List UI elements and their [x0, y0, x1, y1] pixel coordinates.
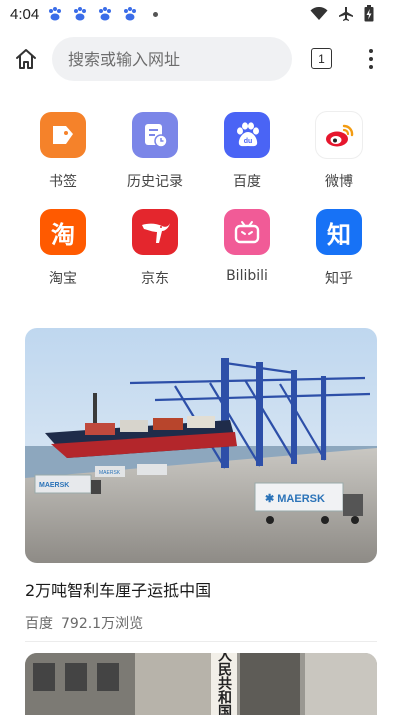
shortcut-label: 知乎	[325, 271, 353, 287]
building-sign-photo[interactable]: 中华人民共和国	[25, 653, 377, 715]
feed-card-views: 792.1万浏览	[61, 616, 144, 632]
svg-text:MAERSK: MAERSK	[99, 470, 121, 476]
overflow-menu-button[interactable]	[364, 47, 378, 71]
shortcut-label: 微博	[325, 174, 353, 190]
shortcut-baidu[interactable]: du 百度	[201, 112, 293, 191]
baidu-paw-icon	[99, 7, 112, 21]
home-icon	[16, 49, 36, 69]
wifi-icon	[310, 6, 328, 20]
shortcut-label: 书签	[49, 174, 77, 190]
feed-divider	[25, 641, 377, 642]
shortcut-taobao[interactable]: 淘 淘宝	[17, 209, 109, 288]
svg-text:MAERSK: MAERSK	[39, 482, 69, 489]
sign-text: 中华人民共和国	[216, 653, 232, 715]
feed-card-title[interactable]: 2万吨智利车厘子运抵中国	[25, 577, 377, 601]
zhihu-icon: 知	[316, 209, 362, 255]
home-button[interactable]	[13, 46, 39, 72]
baidu-paw-icon	[74, 7, 87, 21]
system-status-icons	[310, 5, 374, 22]
battery-charging-icon	[364, 5, 374, 22]
taobao-icon: 淘	[40, 209, 86, 255]
feed-card-meta: 百度 792.1万浏览	[25, 613, 377, 633]
shortcut-zhihu[interactable]: 知 知乎	[293, 209, 385, 288]
shortcut-history[interactable]: 历史记录	[109, 112, 201, 191]
shortcut-label: 百度	[233, 174, 261, 190]
svg-text:✱ MAERSK: ✱ MAERSK	[265, 493, 325, 505]
tab-switcher-button[interactable]: 1	[311, 48, 332, 69]
baidu-icon: du	[224, 112, 270, 158]
menu-dot	[369, 49, 373, 53]
baidu-paw-icon	[124, 7, 137, 21]
shortcut-bilibili[interactable]: Bilibili	[201, 209, 293, 288]
menu-dot	[369, 65, 373, 69]
shortcut-bookmarks[interactable]: 书签	[17, 112, 109, 191]
weibo-icon	[316, 112, 362, 158]
address-bar[interactable]	[52, 37, 292, 81]
status-bar: 4:04	[0, 0, 402, 28]
status-time: 4:04	[10, 5, 40, 23]
more-notifications-dot	[153, 11, 159, 17]
airplane-mode-icon	[339, 6, 353, 21]
shortcut-label: 淘宝	[49, 271, 77, 287]
feed-card-source: 百度	[25, 616, 53, 632]
browser-toolbar: 1	[0, 36, 402, 82]
history-icon	[132, 112, 178, 158]
container-port-photo[interactable]: ✱ MAERSK MAERSK MAERSK	[25, 328, 377, 563]
svg-text:du: du	[244, 138, 253, 145]
shortcut-weibo[interactable]: 微博	[293, 112, 385, 191]
shortcut-grid: 书签 历史记录 du 百度 微博 淘 淘宝 京东 Bilibili 知 知乎	[17, 112, 385, 288]
jd-icon	[132, 209, 178, 255]
feed-card[interactable]: ✱ MAERSK MAERSK MAERSK 2万吨智利车厘子运抵中国 百度 79…	[25, 328, 377, 633]
shortcut-label: 历史记录	[127, 174, 183, 190]
shortcut-label: Bilibili	[226, 268, 268, 284]
bookmark-icon	[40, 112, 86, 158]
shortcut-jd[interactable]: 京东	[109, 209, 201, 288]
search-input[interactable]	[68, 49, 292, 69]
menu-dot	[369, 57, 373, 61]
shortcut-label: 京东	[141, 271, 169, 287]
bilibili-icon	[224, 209, 270, 255]
baidu-paw-icon	[49, 7, 62, 21]
